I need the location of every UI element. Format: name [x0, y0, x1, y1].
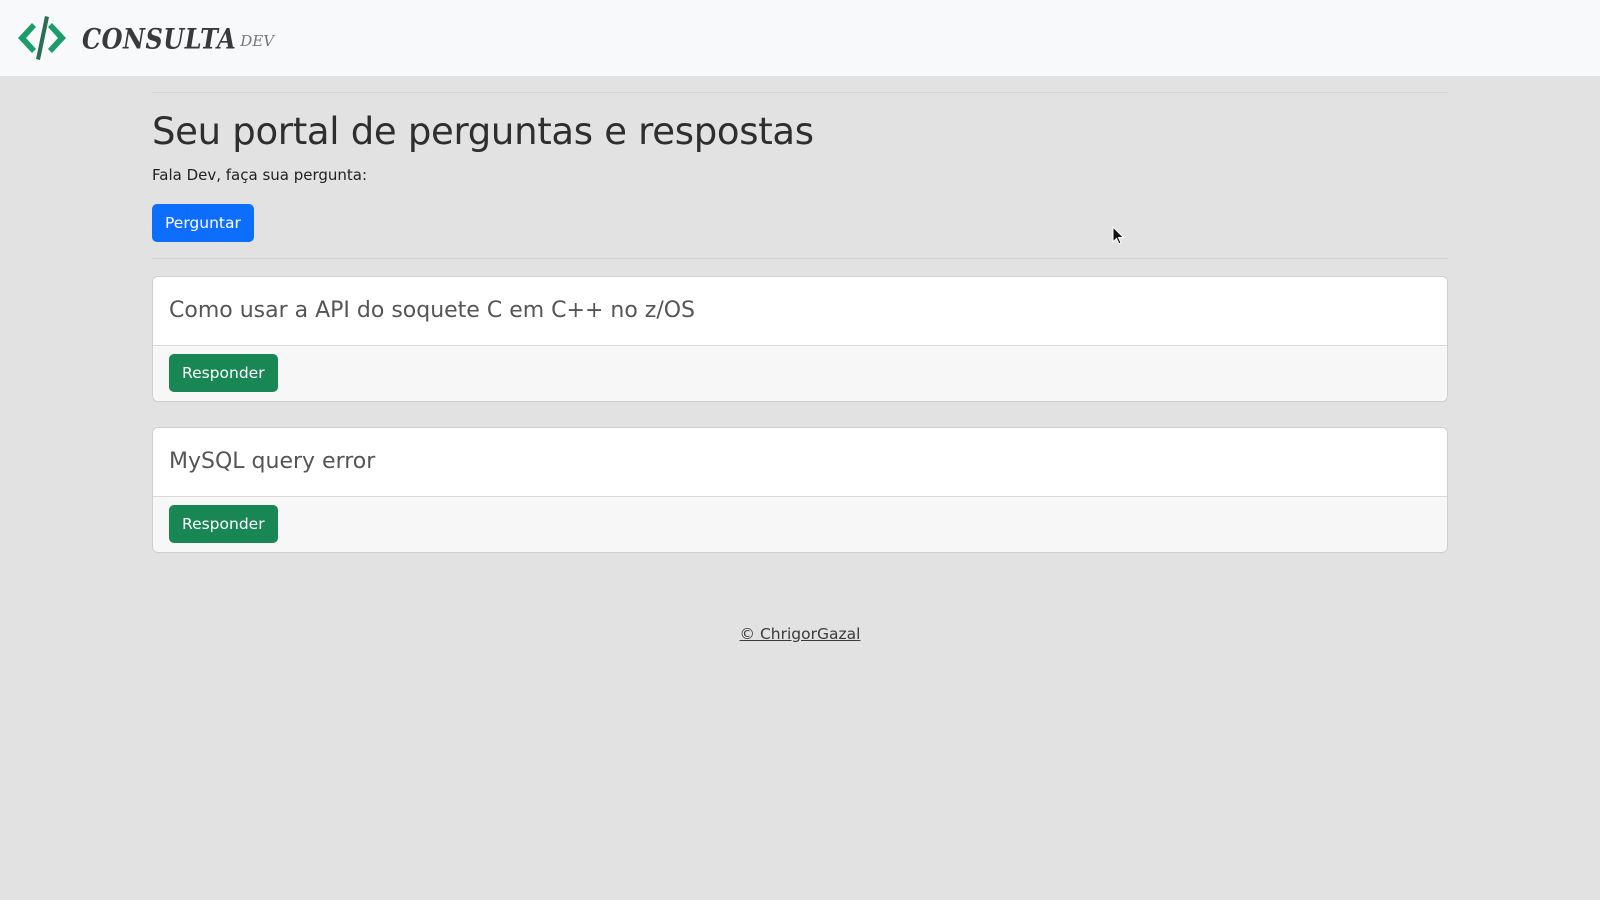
question-card-header: MySQL query error [153, 427, 1447, 497]
page-title: Seu portal de perguntas e respostas [152, 110, 814, 153]
question-title[interactable]: MySQL query error [169, 449, 375, 474]
answer-button[interactable]: Responder [169, 354, 278, 393]
code-brackets-icon [18, 16, 66, 60]
divider-top [152, 92, 1448, 93]
brand-logo[interactable]: CONSULTA DEV [14, 13, 274, 63]
answer-button[interactable]: Responder [169, 505, 278, 544]
ask-question-button[interactable]: Perguntar [152, 203, 254, 242]
brand-sub: DEV [240, 32, 275, 50]
navbar: CONSULTA DEV [0, 0, 1600, 76]
page-subtitle: Fala Dev, faça sua pergunta: [152, 165, 368, 184]
question-title[interactable]: Como usar a API do soquete C em C++ no z… [169, 298, 695, 323]
question-card-footer: Responder [153, 496, 1447, 552]
question-card: MySQL query error Responder [152, 426, 1448, 553]
divider-middle [152, 257, 1448, 259]
question-card-footer: Responder [153, 345, 1447, 401]
main-container: Seu portal de perguntas e respostas Fala… [152, 92, 1448, 553]
footer-credit-link[interactable]: © ChrigorGazal [740, 625, 861, 643]
question-card: Como usar a API do soquete C em C++ no z… [152, 275, 1448, 402]
brand-word: CONSULTA [82, 21, 237, 55]
page-footer: © ChrigorGazal [0, 624, 1600, 643]
question-card-header: Como usar a API do soquete C em C++ no z… [153, 276, 1447, 346]
mouse-cursor-icon [1112, 226, 1125, 245]
